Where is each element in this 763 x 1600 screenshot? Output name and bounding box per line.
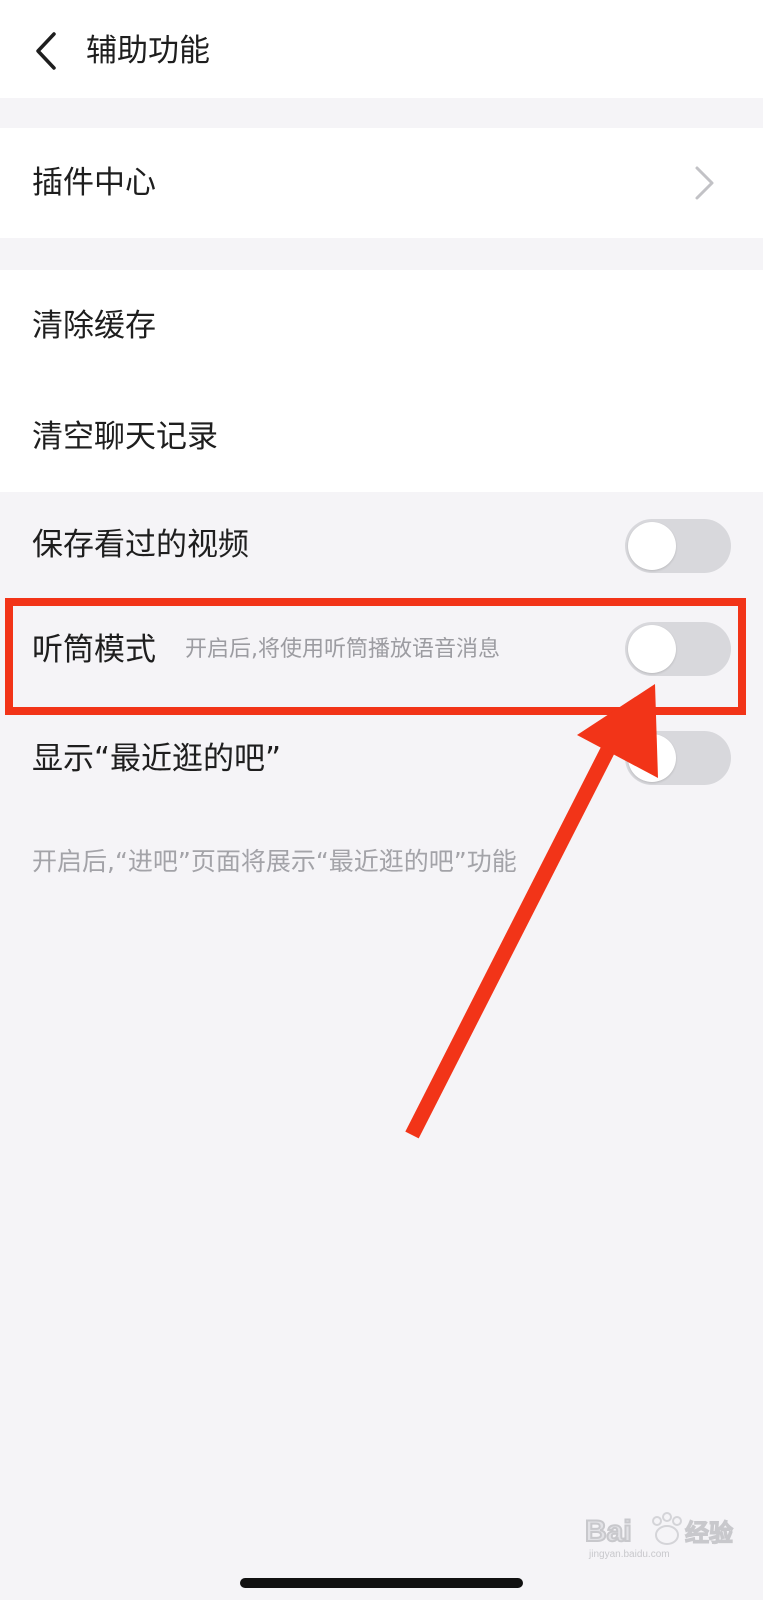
toggle-knob [628, 734, 676, 782]
plugin-center-row[interactable]: 插件中心 [0, 128, 763, 238]
chevron-left-icon[interactable] [32, 30, 62, 72]
save-watched-videos-label: 保存看过的视频 [32, 527, 249, 563]
paw-logo-icon: Bai 经验 jingyan.baidu.com [584, 1512, 734, 1560]
page-title: 辅助功能 [86, 33, 210, 69]
clear-cache-label: 清除缓存 [32, 308, 156, 344]
save-watched-videos-row: 保存看过的视频 [0, 492, 763, 600]
recent-bars-footnote: 开启后,“进吧”页面将展示“最近逛的吧”功能 [32, 847, 517, 876]
clear-chat-history-label: 清空聊天记录 [32, 419, 218, 455]
save-watched-videos-toggle[interactable] [625, 519, 731, 573]
clear-cache-row[interactable]: 清除缓存 [0, 270, 763, 382]
show-recent-bars-label: 显示“最近逛的吧” [32, 741, 282, 777]
svg-text:经验: 经验 [685, 1519, 733, 1547]
navigation-bar: 辅助功能 [0, 0, 763, 98]
clear-chat-history-row[interactable]: 清空聊天记录 [0, 382, 763, 492]
annotation-highlight-box [5, 598, 746, 715]
show-recent-bars-row: 显示“最近逛的吧” [0, 710, 763, 810]
plugin-center-label: 插件中心 [32, 165, 156, 201]
chevron-right-icon [695, 166, 714, 200]
show-recent-bars-toggle[interactable] [625, 731, 731, 785]
home-indicator[interactable] [240, 1578, 523, 1588]
svg-text:Bai: Bai [585, 1515, 632, 1548]
storage-group: 清除缓存 清空聊天记录 [0, 270, 763, 492]
svg-text:jingyan.baidu.com: jingyan.baidu.com [588, 1549, 670, 1560]
baidu-jingyan-watermark: Bai 经验 jingyan.baidu.com [584, 1507, 735, 1561]
toggle-knob [628, 522, 676, 570]
plugin-center-group: 插件中心 [0, 128, 763, 238]
